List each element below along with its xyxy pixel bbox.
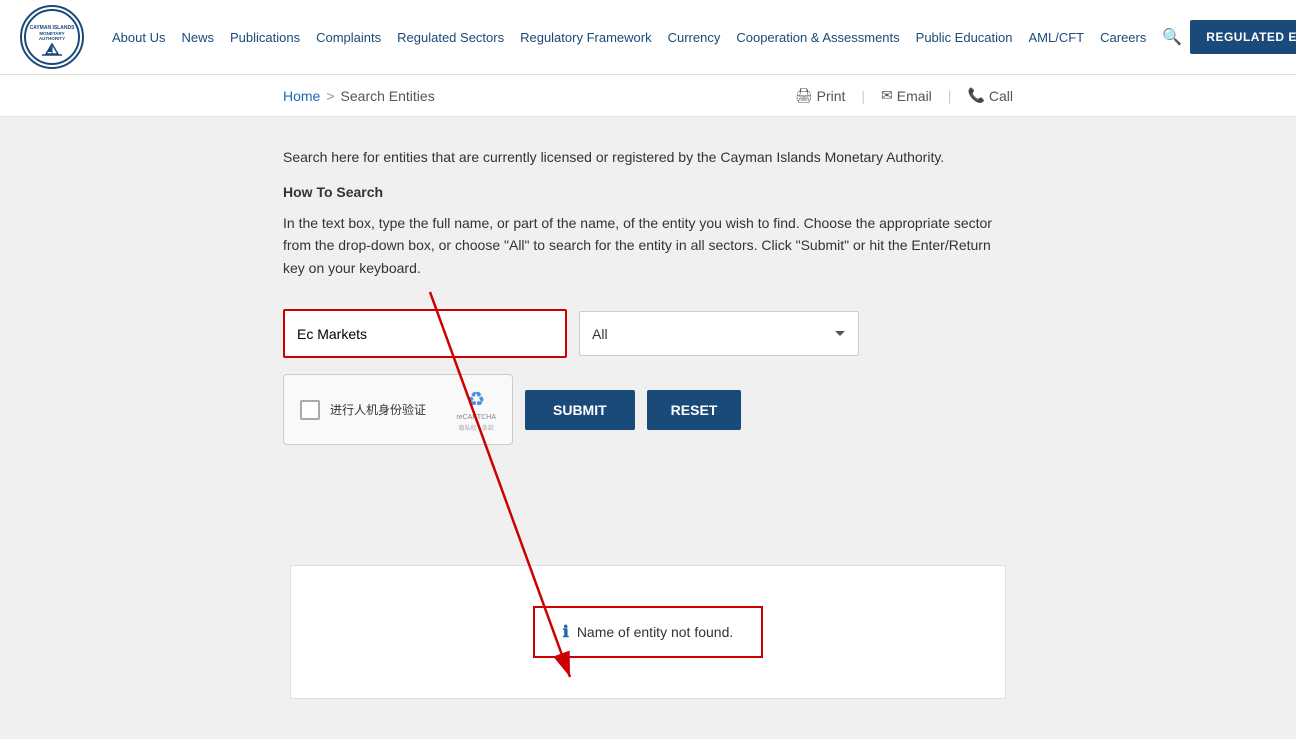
sector-dropdown[interactable]: All Banking Insurance Securities Trust C… [579,311,859,356]
nav-regulated-sectors[interactable]: Regulated Sectors [389,30,512,45]
main-nav: About Us News Publications Complaints Re… [104,20,1296,54]
nav-complaints[interactable]: Complaints [308,30,389,45]
captcha-label: 进行人机身份验证 [330,401,446,418]
svg-text:AUTHORITY: AUTHORITY [39,36,65,41]
call-link[interactable]: 📞 Call [967,87,1013,104]
recaptcha-icon: ♻ [467,387,485,412]
captcha-row: 进行人机身份验证 ♻ reCAPTCHA 隐私权 - 条款 SUBMIT RES… [283,374,1013,445]
nav-public-education[interactable]: Public Education [908,30,1021,45]
email-link[interactable]: ✉ Email [881,87,932,104]
breadcrumb-bar: Home > Search Entities 🖨 Print | ✉ Email… [0,75,1296,117]
page-description: Search here for entities that are curren… [283,147,1013,168]
recaptcha-logo: ♻ reCAPTCHA 隐私权 - 条款 [456,387,496,432]
nav-cooperation-assessments[interactable]: Cooperation & Assessments [728,30,907,45]
phone-icon: 📞 [967,87,984,104]
site-header: CAYMAN ISLANDS MONETARY AUTHORITY About … [0,0,1296,75]
not-found-message: Name of entity not found. [577,624,733,640]
how-to-search-heading: How To Search [283,184,1013,200]
breadcrumb-separator: > [326,88,334,104]
breadcrumb: Home > Search Entities [283,88,435,104]
entity-search-input[interactable] [285,311,565,356]
search-input-row: All Banking Insurance Securities Trust C… [283,309,1013,358]
form-section: Search here for entities that are curren… [0,147,1296,445]
page-body: Search here for entities that are curren… [0,117,1296,739]
email-icon: ✉ [881,87,893,104]
captcha-checkbox[interactable] [300,400,320,420]
contact-links: 🖨 Print | ✉ Email | 📞 Call [795,87,1013,104]
nav-currency[interactable]: Currency [660,30,729,45]
submit-button[interactable]: SUBMIT [525,390,635,430]
reset-button[interactable]: RESET [647,390,742,430]
search-instruction: In the text box, type the full name, or … [283,212,1013,279]
results-section: ℹ Name of entity not found. [0,565,1296,699]
info-icon: ℹ [563,622,569,642]
print-icon: 🖨 [795,87,813,104]
results-container: ℹ Name of entity not found. [290,565,1006,699]
recaptcha-terms: 隐私权 - 条款 [458,423,493,432]
search-input-highlight-box [283,309,567,358]
search-icon[interactable]: 🔍 [1154,27,1190,47]
captcha-widget[interactable]: 进行人机身份验证 ♻ reCAPTCHA 隐私权 - 条款 [283,374,513,445]
print-link[interactable]: 🖨 Print [795,87,846,104]
breadcrumb-current: Search Entities [341,88,435,104]
nav-regulatory-framework[interactable]: Regulatory Framework [512,30,660,45]
nav-aml-cft[interactable]: AML/CFT [1021,30,1093,45]
divider-1: | [861,88,865,104]
nav-publications[interactable]: Publications [222,30,308,45]
breadcrumb-home[interactable]: Home [283,88,320,104]
sector-select-wrapper: All Banking Insurance Securities Trust C… [579,311,859,356]
logo-area[interactable]: CAYMAN ISLANDS MONETARY AUTHORITY [20,5,84,69]
site-logo: CAYMAN ISLANDS MONETARY AUTHORITY [20,5,84,69]
divider-2: | [948,88,952,104]
not-found-box: ℹ Name of entity not found. [533,606,764,658]
nav-careers[interactable]: Careers [1092,30,1154,45]
recaptcha-brand: reCAPTCHA [456,414,496,421]
nav-about-us[interactable]: About Us [104,30,173,45]
regulated-entities-button[interactable]: REGULATED ENTITIES [1190,20,1296,54]
search-form: All Banking Insurance Securities Trust C… [283,309,1013,445]
nav-news[interactable]: News [173,30,222,45]
